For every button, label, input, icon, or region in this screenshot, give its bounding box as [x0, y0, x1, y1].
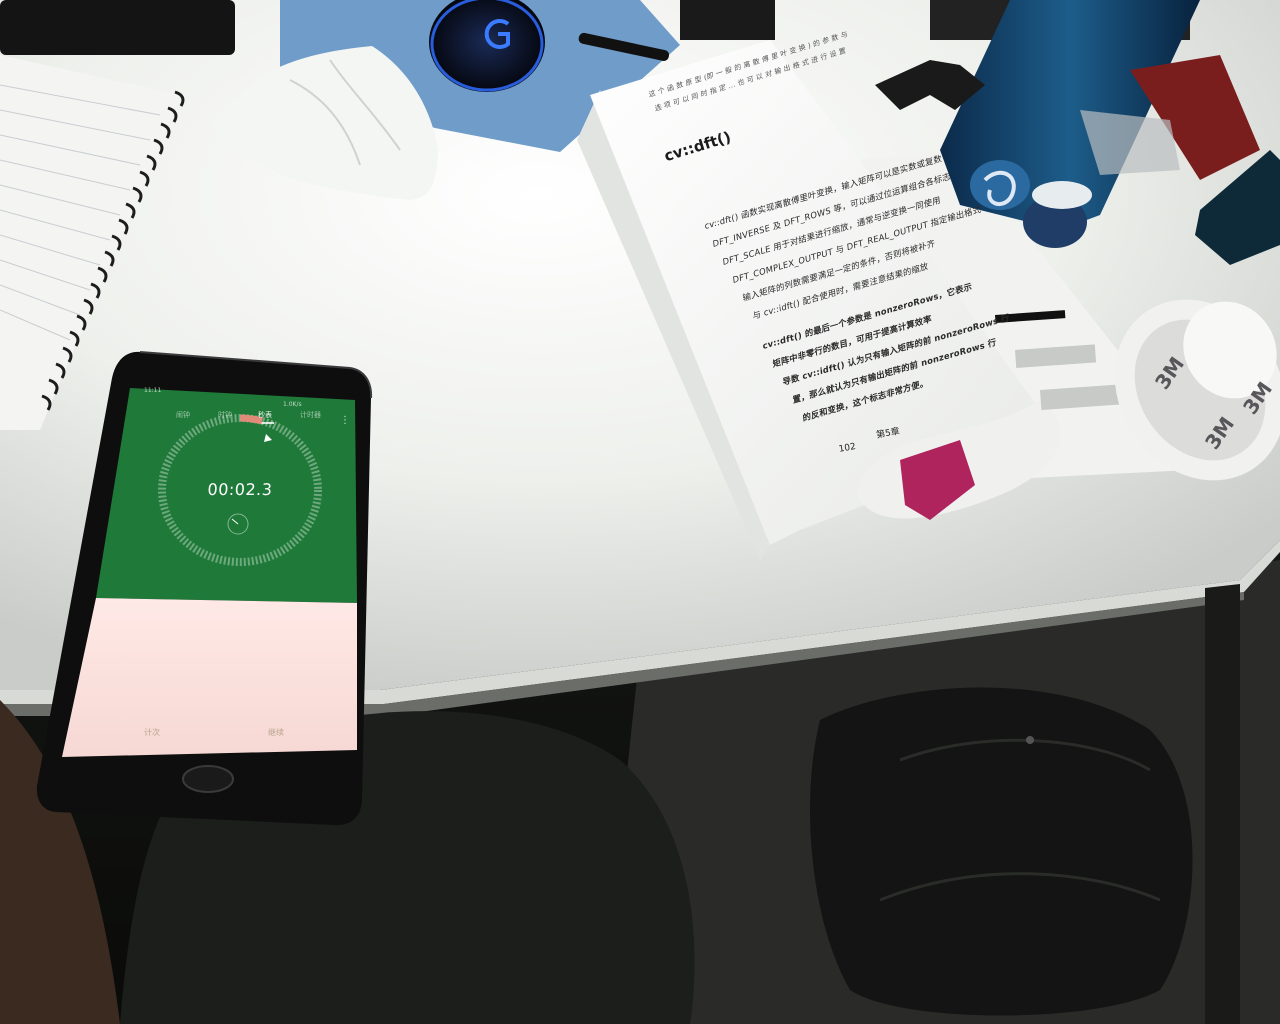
phone-status-network: 1.0K/s	[283, 401, 302, 408]
desk-leg	[1205, 584, 1240, 1024]
device-top-right	[680, 0, 775, 40]
tab-clock[interactable]: 时钟	[218, 410, 232, 420]
phone-status-time: 11:11	[144, 387, 162, 394]
scene-background	[0, 0, 1280, 1024]
photo-scene: 11:11 1.0K/s 闹钟 时钟 秒表 计时器 ⋮ 00:02.3 计次 继…	[0, 0, 1280, 1024]
phone-home-button[interactable]	[182, 765, 234, 793]
lap-button[interactable]: 计次	[144, 727, 160, 738]
tab-alarm[interactable]: 闹钟	[176, 410, 190, 420]
backpack-zipper	[1026, 736, 1034, 744]
resume-button[interactable]: 继续	[268, 727, 284, 738]
stopwatch-time: 00:02.3	[207, 480, 273, 499]
phone-screen-bottom	[62, 598, 357, 757]
tab-timer[interactable]: 计时器	[300, 410, 321, 420]
more-vertical-icon[interactable]: ⋮	[340, 416, 350, 432]
monitor-base	[0, 0, 235, 55]
tab-stopwatch[interactable]: 秒表	[258, 410, 272, 420]
backpack	[810, 687, 1193, 1016]
small-jar-lid	[1032, 181, 1092, 209]
